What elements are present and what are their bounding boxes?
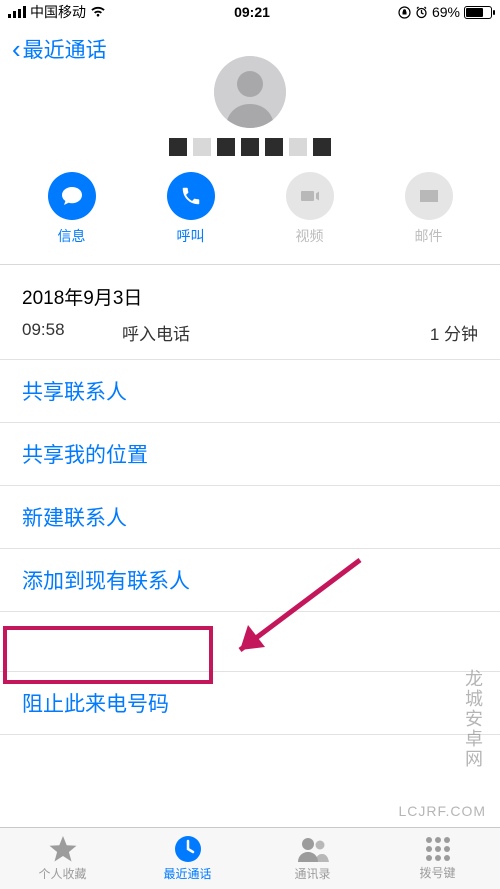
avatar [214,56,286,128]
tab-favorites-label: 个人收藏 [38,865,86,882]
lock-rotation-icon [398,6,411,19]
status-time: 09:21 [234,4,270,20]
call-row: 09:58 呼入电话 1 分钟 [22,320,478,345]
call-type: 呼入电话 [122,320,430,345]
watermark-text: 龙城安卓网 [460,669,486,769]
message-icon [48,172,96,220]
message-label: 信息 [58,226,86,246]
keypad-icon [425,836,451,862]
call-date: 2018年9月3日 [22,283,478,310]
star-icon [48,835,78,863]
tab-bar: 个人收藏 最近通话 通讯录 拨号键 [0,827,500,889]
tab-contacts-label: 通讯录 [294,865,330,882]
status-right: 69% [398,4,492,20]
new-contact-item[interactable]: 新建联系人 [0,486,500,549]
chevron-left-icon: ‹ [12,36,21,62]
video-button: 视频 [270,172,350,246]
action-row: 信息 呼叫 视频 邮件 [0,166,500,265]
tab-recents-label: 最近通话 [163,865,211,882]
tab-keypad-label: 拨号键 [419,864,455,881]
phone-icon [167,172,215,220]
back-label: 最近通话 [23,34,107,64]
tab-keypad[interactable]: 拨号键 [375,836,500,881]
mail-icon [405,172,453,220]
call-duration: 1 分钟 [430,320,478,345]
add-existing-item[interactable]: 添加到现有联系人 [0,549,500,612]
tab-favorites[interactable]: 个人收藏 [0,835,125,882]
call-button[interactable]: 呼叫 [151,172,231,246]
video-label: 视频 [296,226,324,246]
status-bar: 中国移动 09:21 69% [0,0,500,24]
contact-name [169,136,331,166]
wifi-icon [90,6,106,18]
video-icon [286,172,334,220]
contact-header [0,56,500,166]
message-button[interactable]: 信息 [32,172,112,246]
tab-recents[interactable]: 最近通话 [125,835,250,882]
alarm-icon [415,6,428,19]
status-left: 中国移动 [8,2,106,22]
mail-label: 邮件 [415,226,443,246]
call-label: 呼叫 [177,226,205,246]
call-log: 2018年9月3日 09:58 呼入电话 1 分钟 [0,265,500,360]
carrier-label: 中国移动 [30,2,86,22]
annotation-highlight [3,626,213,684]
battery-percent: 69% [432,4,460,20]
back-button[interactable]: ‹ 最近通话 [12,34,107,64]
mail-button: 邮件 [389,172,469,246]
call-time: 09:58 [22,320,122,345]
watermark-url: LCJRF.COM [398,803,486,819]
clock-icon [174,835,202,863]
tab-contacts[interactable]: 通讯录 [250,835,375,882]
share-contact-item[interactable]: 共享联系人 [0,360,500,423]
share-location-item[interactable]: 共享我的位置 [0,423,500,486]
signal-icon [8,6,26,18]
person-icon [214,56,286,128]
contacts-icon [296,835,330,863]
battery-icon [464,6,492,19]
